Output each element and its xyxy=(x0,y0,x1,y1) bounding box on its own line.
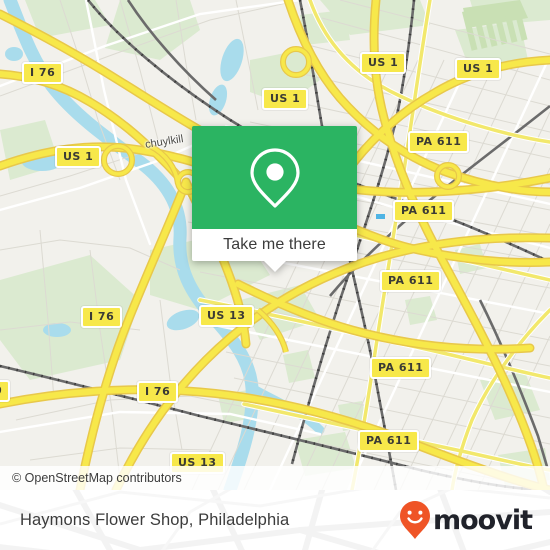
highway-shield[interactable]: I 76 xyxy=(137,381,179,403)
popup-pointer xyxy=(263,261,286,272)
moovit-wordmark: moovit xyxy=(433,504,533,536)
place-title: Haymons Flower Shop, Philadelphia xyxy=(20,510,290,529)
highway-shield[interactable]: US 1 xyxy=(455,58,502,80)
highway-shield[interactable]: PA 611 xyxy=(370,357,432,379)
location-popup[interactable]: Take me there xyxy=(192,126,357,272)
footer-bar: Haymons Flower Shop, Philadelphia moovit xyxy=(0,490,550,550)
highway-shield[interactable]: US 1 xyxy=(262,88,309,110)
popup-header xyxy=(192,126,357,229)
moovit-pin-smiley-icon xyxy=(400,501,430,539)
highway-shield[interactable]: PA 611 xyxy=(408,131,470,153)
map-attribution-bar: © OpenStreetMap contributors xyxy=(0,466,550,490)
take-me-there-label: Take me there xyxy=(223,236,326,253)
highway-shield[interactable]: US 1 xyxy=(360,52,407,74)
popup-action-bar[interactable]: Take me there xyxy=(192,229,357,261)
map-canvas[interactable]: chuylkill I 76 US 1 US 1 US 1 US 1 PA 61… xyxy=(0,0,550,490)
highway-shield[interactable]: PA 611 xyxy=(393,200,455,222)
moovit-logo[interactable]: moovit xyxy=(399,490,533,550)
highway-shield[interactable]: US 13 xyxy=(199,305,254,327)
highway-shield[interactable]: PA 611 xyxy=(358,430,420,452)
attribution-text: © OpenStreetMap contributors xyxy=(12,471,182,485)
highway-shield[interactable]: 0 xyxy=(0,380,11,402)
map-pin-icon xyxy=(249,147,300,208)
highway-shield[interactable]: US 1 xyxy=(55,146,102,168)
map-screen: chuylkill I 76 US 1 US 1 US 1 US 1 PA 61… xyxy=(0,0,550,550)
highway-shield[interactable]: I 76 xyxy=(22,62,64,84)
highway-shield[interactable]: PA 611 xyxy=(380,270,442,292)
highway-shield[interactable]: I 76 xyxy=(81,306,123,328)
